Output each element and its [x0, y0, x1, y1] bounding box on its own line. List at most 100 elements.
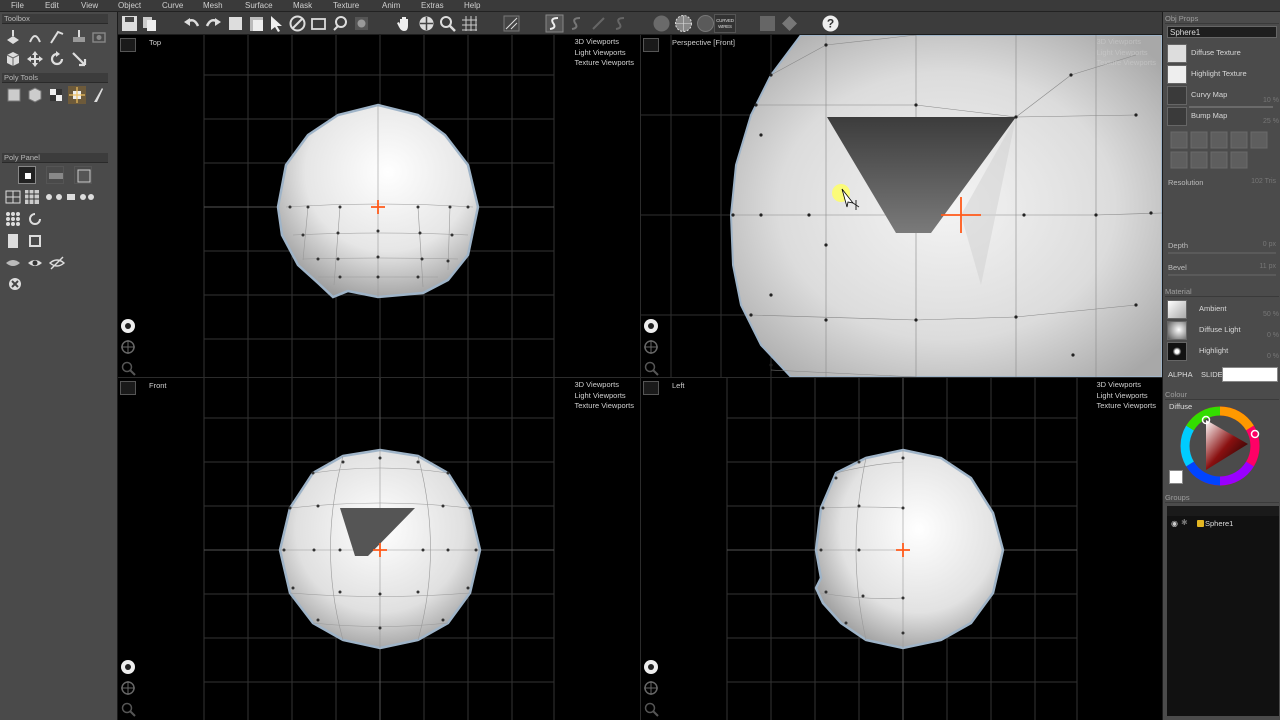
3d-viewports-link[interactable]: 3D Viewports — [1097, 37, 1156, 48]
curve-add-icon[interactable] — [589, 14, 608, 33]
split-icon[interactable] — [4, 188, 22, 206]
orbit-icon[interactable] — [119, 317, 137, 335]
box-tool-icon[interactable] — [26, 86, 44, 104]
highlight-swatch[interactable] — [1167, 342, 1187, 361]
texture-mode-icon[interactable] — [758, 14, 777, 33]
rotate-tool-icon[interactable] — [48, 50, 66, 68]
ambient-row[interactable]: Ambient 50 % — [1167, 300, 1279, 319]
subdivide-icon[interactable] — [23, 188, 41, 206]
texture-viewports-link[interactable]: Texture Viewports — [1097, 58, 1156, 69]
current-colour-swatch[interactable] — [1169, 470, 1183, 484]
cube-tool-icon[interactable] — [4, 50, 22, 68]
bump-map-row[interactable]: Bump Map 25 % — [1167, 107, 1279, 126]
alpha-mode[interactable]: SLIDE — [1201, 370, 1223, 379]
menu-anim[interactable]: Anim — [382, 1, 400, 10]
show-icon[interactable] — [26, 254, 44, 272]
grid-toggle-icon[interactable] — [460, 14, 479, 33]
menu-help[interactable]: Help — [464, 1, 480, 10]
viewport-menu-button[interactable] — [120, 381, 136, 395]
pan-view-icon[interactable] — [119, 679, 137, 697]
bump-map-swatch[interactable] — [1167, 107, 1187, 126]
zoom-view-icon[interactable] — [119, 359, 137, 377]
eye-toggle-icon[interactable] — [48, 254, 66, 272]
light-viewports-link[interactable]: Light Viewports — [575, 48, 634, 59]
uv-mode-icon[interactable] — [780, 14, 799, 33]
viewport-left[interactable]: Left 3D Viewports Light Viewports Textur… — [641, 378, 1162, 720]
highlight-texture-swatch[interactable] — [1167, 65, 1187, 84]
orbit-icon[interactable] — [119, 658, 137, 676]
plane-tool-icon[interactable] — [5, 86, 23, 104]
zoom-icon[interactable] — [438, 14, 457, 33]
diffuse-light-row[interactable]: Diffuse Light 0 % — [1167, 321, 1279, 340]
curved-wires-button[interactable]: CURVED WIRES — [714, 14, 736, 33]
menu-object[interactable]: Object — [118, 1, 141, 10]
hand-pan-icon[interactable] — [395, 14, 414, 33]
alpha-slider-field[interactable] — [1222, 367, 1278, 382]
scale-tool-icon[interactable] — [70, 50, 88, 68]
ambient-swatch[interactable] — [1167, 300, 1187, 319]
diffuse-light-swatch[interactable] — [1167, 321, 1187, 340]
curvy-map-swatch[interactable] — [1167, 86, 1187, 105]
texture-viewports-link[interactable]: Texture Viewports — [575, 401, 634, 412]
menu-mask[interactable]: Mask — [293, 1, 312, 10]
smooth-shade-icon[interactable] — [652, 14, 671, 33]
lock-icon[interactable]: ✱ — [1181, 518, 1188, 527]
wireframe-shade-icon[interactable] — [674, 14, 693, 33]
sweep-tool-icon[interactable] — [48, 28, 66, 46]
3d-viewports-link[interactable]: 3D Viewports — [1097, 380, 1156, 391]
pan-view-icon[interactable] — [642, 338, 660, 356]
light-viewports-link[interactable]: Light Viewports — [1097, 48, 1156, 59]
bevel-slider[interactable] — [1168, 274, 1276, 276]
orbit-icon[interactable] — [642, 658, 660, 676]
menu-surface[interactable]: Surface — [245, 1, 273, 10]
paste-icon[interactable] — [247, 14, 266, 33]
zoom-view-icon[interactable] — [642, 700, 660, 718]
viewport-front[interactable]: Front 3D Viewports Light Viewports Textu… — [118, 378, 640, 720]
select-edges-icon[interactable] — [46, 166, 64, 184]
document-icon[interactable] — [4, 232, 22, 250]
move-tool-icon[interactable] — [26, 50, 44, 68]
copy-icon[interactable] — [140, 14, 159, 33]
highlight-row[interactable]: Highlight 0 % — [1167, 342, 1279, 361]
eye-icon[interactable]: ◉ — [1171, 519, 1178, 528]
delete-object-icon[interactable] — [226, 14, 245, 33]
grid-select-icon[interactable] — [4, 210, 22, 228]
refresh-icon[interactable] — [26, 210, 44, 228]
light-viewports-link[interactable]: Light Viewports — [1097, 391, 1156, 402]
corner-icon[interactable] — [26, 232, 44, 250]
pan-view-icon[interactable] — [119, 338, 137, 356]
knife-tool-icon[interactable] — [89, 86, 107, 104]
menu-edit[interactable]: Edit — [45, 1, 59, 10]
texture-viewports-link[interactable]: Texture Viewports — [1097, 401, 1156, 412]
rectangle-select-icon[interactable] — [309, 14, 328, 33]
menu-texture[interactable]: Texture — [333, 1, 359, 10]
menu-mesh[interactable]: Mesh — [203, 1, 223, 10]
curve-remove-icon[interactable] — [611, 14, 630, 33]
measure-icon[interactable] — [502, 14, 521, 33]
grid-tool-icon[interactable] — [47, 86, 65, 104]
lasso-icon[interactable] — [288, 14, 307, 33]
undo-icon[interactable] — [182, 14, 201, 33]
select-arrow-icon[interactable] — [267, 14, 286, 33]
hide-icon[interactable] — [4, 254, 22, 272]
viewport-perspective[interactable]: Perspective [Front] 3D Viewports Light V… — [641, 35, 1162, 377]
move-view-icon[interactable] — [417, 14, 436, 33]
weld-icons[interactable] — [43, 188, 95, 206]
dimension-tool-icon[interactable] — [70, 28, 88, 46]
lathe-tool-icon[interactable] — [26, 28, 44, 46]
menu-file[interactable]: File — [11, 1, 24, 10]
highlight-texture-row[interactable]: Highlight Texture — [1167, 65, 1279, 84]
pan-view-icon[interactable] — [642, 679, 660, 697]
select-faces-icon[interactable] — [74, 166, 92, 184]
colour-wheel[interactable] — [1178, 404, 1262, 488]
redo-icon[interactable] — [204, 14, 223, 33]
viewport-menu-button[interactable] — [643, 381, 659, 395]
depth-slider[interactable] — [1168, 252, 1276, 254]
save-icon[interactable] — [120, 14, 139, 33]
menu-view[interactable]: View — [81, 1, 98, 10]
zoom-view-icon[interactable] — [119, 700, 137, 718]
group-item[interactable]: ◉ ✱ Sphere1 — [1169, 518, 1277, 529]
object-name-field[interactable] — [1167, 26, 1277, 38]
curvy-map-row[interactable]: Curvy Map 10 % — [1167, 86, 1279, 105]
flat-shade-icon[interactable] — [696, 14, 715, 33]
